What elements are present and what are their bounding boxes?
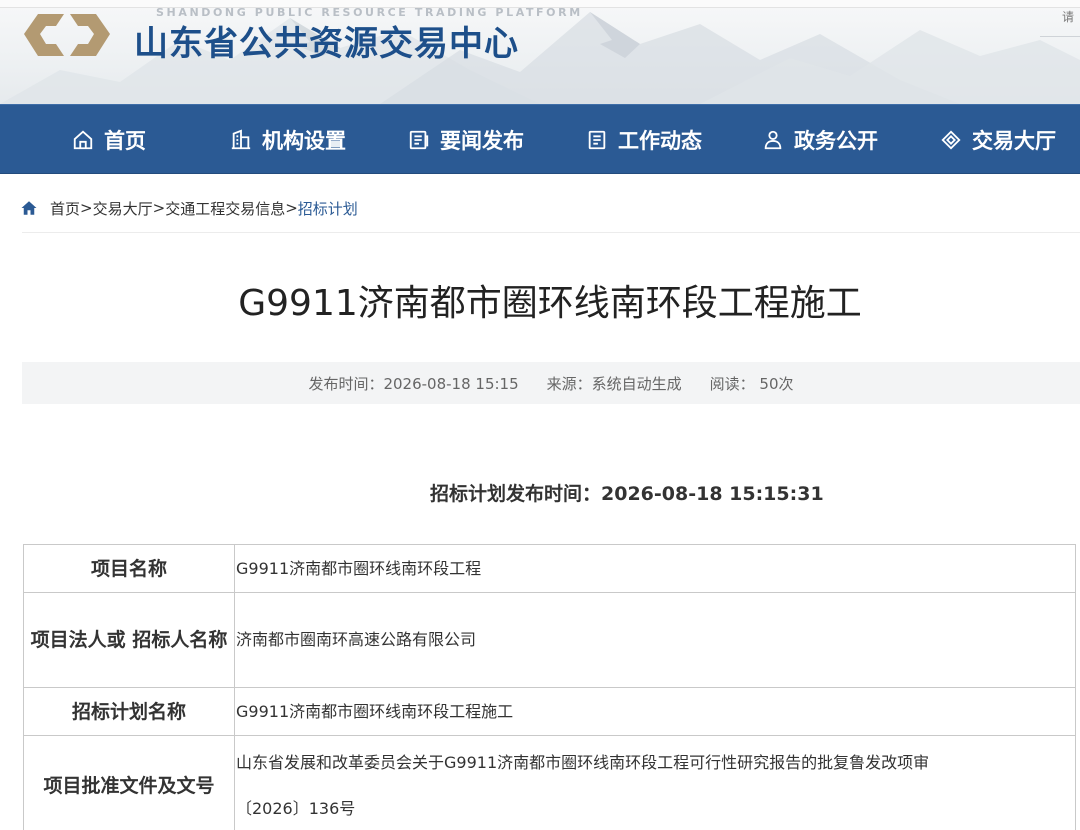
row-label: 招标计划名称 — [71, 700, 186, 723]
table-row: 项目批准文件及文号 山东省发展和改革委员会关于G9911济南都市圈环线南环段工程… — [23, 735, 1076, 830]
table-header-cell: 项目批准文件及文号 — [23, 735, 235, 830]
table-header-cell: 项目法人或 招标人名称 — [23, 592, 235, 688]
home-icon — [73, 130, 93, 150]
nav-item-gov-affairs[interactable]: 政务公开 — [762, 105, 878, 175]
article-meta: 发布时间：2026-08-18 15:15 来源：系统自动生成 阅读： 50次 — [22, 362, 1080, 404]
site-name-en: SHANDONG PUBLIC RESOURCE TRADING PLATFOR… — [156, 6, 583, 19]
row-label: 招标人名称 — [132, 629, 228, 651]
table-row: 项目法人或 招标人名称 济南都市圈南环高速公路有限公司 — [23, 592, 1076, 688]
breadcrumb: 首页 > 交易大厅 > 交通工程交易信息 > 招标计划 — [20, 196, 358, 220]
nav-item-organization[interactable]: 机构设置 — [230, 105, 346, 175]
nav-item-label: 工作动态 — [618, 129, 702, 153]
person-icon — [764, 130, 782, 150]
breadcrumb-separator: > — [80, 199, 93, 217]
breadcrumb-trading-hall[interactable]: 交易大厅 — [93, 198, 153, 219]
breadcrumb-divider — [22, 232, 1080, 233]
header-divider — [1040, 36, 1080, 37]
table-value-cell: G9911济南都市圈环线南环段工程 — [234, 544, 1076, 593]
row-label: 项目法人或 — [30, 629, 126, 651]
diamond-icon — [941, 130, 961, 150]
row-label: 项目名称 — [90, 557, 167, 580]
header-corner-link[interactable]: 请 — [1062, 8, 1074, 25]
table-value-cell: 济南都市圈南环高速公路有限公司 — [234, 592, 1076, 688]
nav-item-label: 首页 — [104, 129, 146, 153]
main-navigation: 首页 机构设置 要闻发布 工作动态 政务公开 交易大厅 — [0, 104, 1080, 174]
breadcrumb-transport-info[interactable]: 交通工程交易信息 — [165, 198, 285, 219]
building-icon — [231, 129, 251, 150]
plan-publish-time: 招标计划发布时间：2026-08-18 15:15:31 — [430, 483, 824, 505]
page-title: G9911济南都市圈环线南环段工程施工 — [238, 283, 862, 324]
row-value: 〔2026〕136号 — [236, 798, 356, 818]
breadcrumb-separator: > — [152, 199, 166, 217]
home-icon[interactable] — [20, 199, 38, 217]
table-row: 招标计划名称 G9911济南都市圈环线南环段工程施工 — [23, 687, 1076, 736]
nav-item-trading-hall[interactable]: 交易大厅 — [940, 105, 1056, 175]
table-value-cell: G9911济南都市圈环线南环段工程施工 — [234, 687, 1076, 736]
plan-info-table: 项目名称 G9911济南都市圈环线南环段工程 项目法人或 招标人名称 济南都市圈… — [23, 544, 1076, 830]
row-label: 项目批准文件及文号 — [43, 774, 215, 797]
meta-source: 来源：系统自动生成 — [546, 374, 682, 393]
header-banner: SHANDONG PUBLIC RESOURCE TRADING PLATFOR… — [0, 0, 1080, 104]
nav-item-news[interactable]: 要闻发布 — [408, 105, 524, 175]
table-header-cell: 招标计划名称 — [23, 687, 235, 736]
nav-item-label: 政务公开 — [794, 129, 878, 153]
site-name-cn: 山东省公共资源交易中心 — [134, 24, 519, 64]
meta-views: 阅读： 50次 — [709, 374, 794, 393]
table-header-cell: 项目名称 — [23, 544, 235, 593]
document-icon — [409, 130, 429, 150]
row-value: G9911济南都市圈环线南环段工程 — [236, 558, 482, 578]
table-row: 项目名称 G9911济南都市圈环线南环段工程 — [23, 544, 1076, 593]
row-value: 济南都市圈南环高速公路有限公司 — [236, 630, 477, 649]
nav-item-label: 机构设置 — [262, 129, 346, 153]
nav-item-home[interactable]: 首页 — [72, 105, 146, 175]
nav-item-label: 交易大厅 — [972, 129, 1056, 153]
breadcrumb-current: 招标计划 — [297, 199, 358, 218]
list-icon — [588, 130, 606, 150]
table-value-cell: 山东省发展和改革委员会关于G9911济南都市圈环线南环段工程可行性研究报告的批复… — [234, 735, 1076, 830]
nav-item-label: 要闻发布 — [440, 129, 524, 153]
breadcrumb-home[interactable]: 首页 — [50, 198, 80, 219]
logo-icon — [24, 14, 110, 56]
meta-publish-time: 发布时间：2026-08-18 15:15 — [308, 374, 519, 393]
row-value: G9911济南都市圈环线南环段工程施工 — [236, 701, 514, 721]
nav-item-work-updates[interactable]: 工作动态 — [586, 105, 702, 175]
breadcrumb-separator: > — [285, 199, 298, 217]
row-value: 山东省发展和改革委员会关于G9911济南都市圈环线南环段工程可行性研究报告的批复… — [236, 752, 930, 772]
